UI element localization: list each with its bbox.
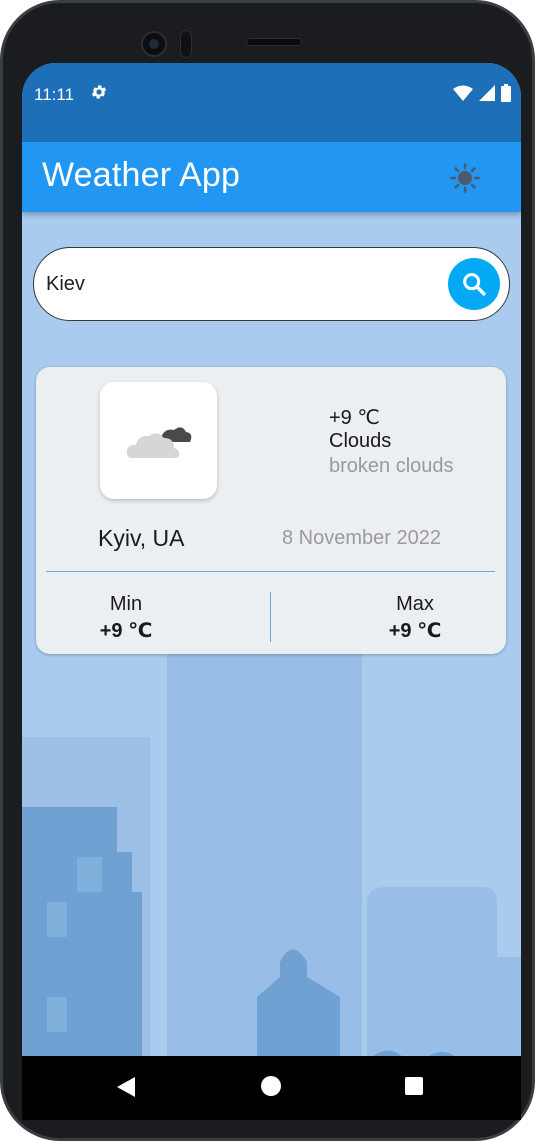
- settings-gear-icon: [90, 83, 108, 105]
- earpiece-speaker: [246, 38, 302, 46]
- proximity-sensor: [180, 30, 192, 58]
- search-icon: [463, 273, 486, 296]
- theme-toggle-button[interactable]: [448, 161, 482, 195]
- app-title: Weather App: [42, 156, 241, 194]
- max-temp-value: +9 ℃: [388, 620, 442, 642]
- min-temp-label: Min: [109, 593, 143, 615]
- weather-icon-tile: [100, 382, 217, 499]
- city-name: Kyiv, UA: [98, 525, 185, 551]
- date: 8 November 2022: [282, 527, 441, 549]
- wifi-icon: [453, 85, 473, 101]
- min-temp-value: +9 ℃: [99, 620, 153, 642]
- vertical-divider: [270, 592, 271, 642]
- weather-description: broken clouds: [329, 455, 454, 477]
- recents-icon[interactable]: [405, 1077, 423, 1095]
- search-box: [33, 247, 510, 321]
- battery-icon: [501, 84, 511, 102]
- signal-icon: [479, 85, 495, 101]
- city-skyline-background: [22, 212, 521, 1120]
- max-temp-label: Max: [396, 593, 434, 615]
- sun-icon: [450, 163, 480, 193]
- search-input[interactable]: [46, 270, 426, 298]
- app-bar: Weather App: [22, 142, 521, 212]
- broken-clouds-icon: [126, 426, 191, 458]
- back-icon[interactable]: [117, 1077, 135, 1097]
- status-bar: 11:11: [22, 63, 521, 142]
- navigation-bar: [22, 1056, 521, 1120]
- temperature: +9 ℃: [329, 407, 380, 429]
- weather-condition: Clouds: [329, 430, 392, 452]
- front-camera: [141, 31, 167, 57]
- search-button[interactable]: [448, 258, 500, 310]
- status-icons: [453, 84, 511, 102]
- app-screen: 11:11 Weather App Kiev +9 ℃ Clouds broke…: [22, 63, 521, 1120]
- weather-card: +9 ℃ Clouds broken clouds Kyiv, UA 8 Nov…: [36, 367, 506, 654]
- home-icon[interactable]: [261, 1076, 281, 1096]
- horizontal-divider: [46, 571, 495, 572]
- status-time: 11:11: [34, 85, 75, 104]
